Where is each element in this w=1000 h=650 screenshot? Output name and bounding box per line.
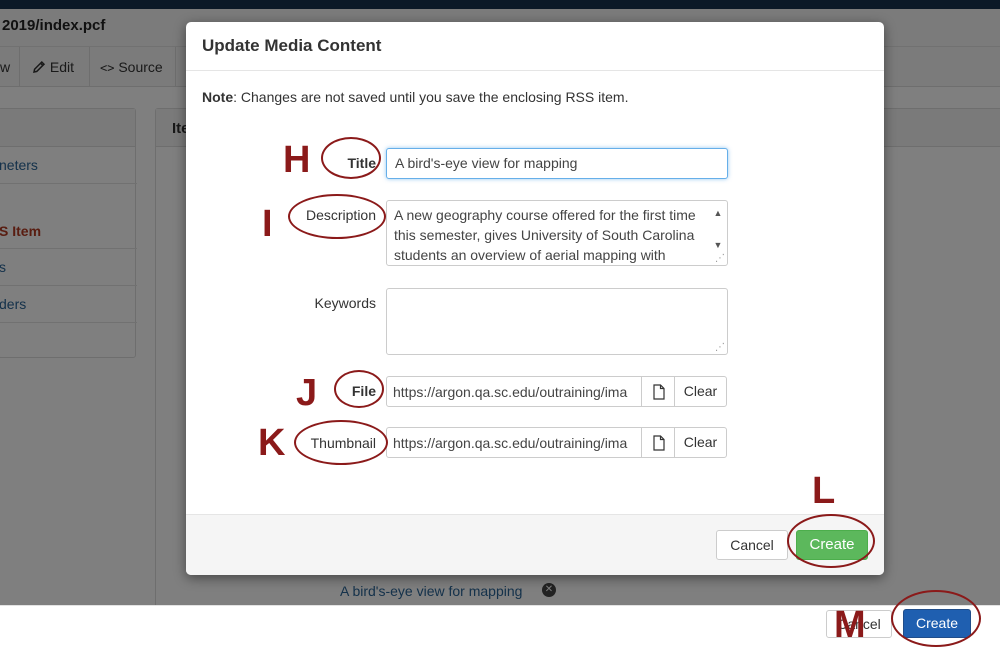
annotation-ellipse-thumbnail	[294, 420, 388, 465]
modal-note: Note: Changes are not saved until you sa…	[202, 89, 628, 105]
keywords-label: Keywords	[314, 295, 376, 311]
resize-grip-icon[interactable]: ⋰	[715, 343, 725, 353]
file-browse-button[interactable]	[641, 376, 675, 407]
thumbnail-browse-button[interactable]	[641, 427, 675, 458]
description-value: A new geography course offered for the f…	[394, 207, 696, 263]
annotation-ellipse-title	[321, 137, 381, 179]
note-text: : Changes are not saved until you save t…	[233, 89, 629, 105]
modal-title: Update Media Content	[186, 22, 884, 71]
annotation-ellipse-page-create	[891, 590, 981, 647]
annotation-letter-k: K	[258, 422, 286, 464]
annotation-letter-j: J	[296, 372, 318, 414]
annotation-ellipse-description	[288, 194, 386, 239]
annotation-ellipse-file	[334, 370, 384, 408]
description-textarea[interactable]: A new geography course offered for the f…	[386, 200, 728, 266]
document-icon	[653, 384, 665, 400]
document-icon	[653, 435, 665, 451]
annotation-letter-i: I	[262, 203, 273, 245]
scroll-down-icon[interactable]: ▼	[711, 235, 725, 255]
file-url-input[interactable]: https://argon.qa.sc.edu/outraining/ima	[386, 376, 642, 407]
thumbnail-clear-button[interactable]: Clear	[674, 427, 727, 458]
thumbnail-url-input[interactable]: https://argon.qa.sc.edu/outraining/ima	[386, 427, 642, 458]
thumbnail-url-value: https://argon.qa.sc.edu/outraining/ima	[393, 435, 628, 451]
annotation-letter-l: L	[812, 470, 836, 512]
update-media-modal: Update Media Content Note: Changes are n…	[186, 22, 884, 575]
annotation-ellipse-modal-create	[787, 514, 875, 568]
title-input[interactable]: A bird's-eye view for mapping	[386, 148, 728, 179]
annotation-letter-h: H	[283, 139, 311, 181]
scroll-up-icon[interactable]: ▲	[711, 203, 725, 223]
note-label: Note	[202, 89, 234, 105]
resize-grip-icon[interactable]: ⋰	[715, 254, 725, 264]
file-clear-button[interactable]: Clear	[674, 376, 727, 407]
annotation-letter-m: M	[834, 604, 866, 646]
textarea-scrollbar[interactable]: ▲ ▼	[711, 203, 725, 255]
keywords-textarea[interactable]: ⋰	[386, 288, 728, 355]
title-input-value: A bird's-eye view for mapping	[395, 155, 578, 171]
file-url-value: https://argon.qa.sc.edu/outraining/ima	[393, 384, 628, 400]
modal-cancel-button[interactable]: Cancel	[716, 530, 788, 560]
